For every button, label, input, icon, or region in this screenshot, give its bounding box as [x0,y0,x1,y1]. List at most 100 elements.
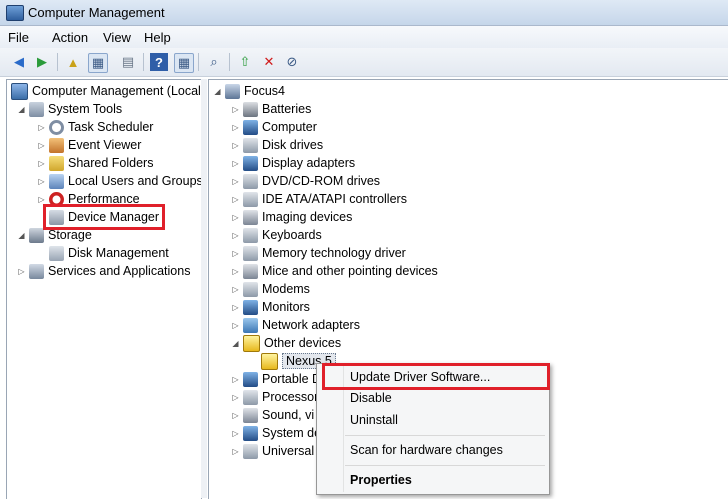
show-hide-tree-icon[interactable]: ▦ [88,53,108,73]
other-devices-icon [243,334,260,352]
disk-management-icon [49,245,64,261]
up-folder-icon[interactable]: ▲ [64,53,82,71]
show-action-pane-icon[interactable]: ▦ [174,53,194,73]
collapse-icon[interactable]: ◢ [17,105,26,114]
tree-item-system-tools[interactable]: ◢ System Tools [17,100,122,118]
console-tree[interactable]: Computer Management (Local ◢ System Tool… [6,79,202,499]
menu-item-disable[interactable]: Disable [317,387,549,409]
device-category[interactable]: ▷ Modems [231,280,310,298]
device-category[interactable]: ▷ Computer [231,118,317,136]
menu-bar: File Action View Help [0,26,728,48]
expand-icon[interactable]: ▷ [231,411,240,420]
expand-icon[interactable]: ▷ [231,159,240,168]
modem-icon [243,281,258,297]
properties-icon[interactable]: ▤ [119,53,137,71]
expand-icon[interactable]: ▷ [231,195,240,204]
device-category[interactable]: ▷ Monitors [231,298,310,316]
mouse-icon [243,263,258,279]
expand-icon[interactable]: ▷ [231,285,240,294]
expand-icon[interactable]: ▷ [231,429,240,438]
device-category[interactable]: ▷ System de [231,424,321,442]
tree-item-task-scheduler[interactable]: ▷ Task Scheduler [37,118,153,136]
device-category[interactable]: ▷ Sound, vi [231,406,314,424]
expand-icon[interactable]: ▷ [231,177,240,186]
tree-item-shared-folders[interactable]: ▷ Shared Folders [37,154,153,172]
expand-icon[interactable]: ▷ [37,195,46,204]
collapse-icon[interactable]: ◢ [213,87,222,96]
device-category[interactable]: ▷ Keyboards [231,226,322,244]
expand-icon[interactable]: ▷ [231,393,240,402]
window-title: Computer Management [28,5,165,20]
expand-icon[interactable]: ▷ [231,141,240,150]
menu-help[interactable]: Help [144,30,171,45]
toolbar-separator [143,53,144,71]
device-category[interactable]: ▷ Imaging devices [231,208,352,226]
tree-item-computer-management[interactable]: Computer Management (Local [11,82,201,100]
device-category[interactable]: ▷ Memory technology driver [231,244,406,262]
expand-icon[interactable]: ▷ [231,321,240,330]
scan-hardware-icon[interactable]: ⌕ [205,53,223,71]
title-bar: Computer Management [0,0,728,26]
expand-icon[interactable]: ▷ [231,105,240,114]
toolbar-separator [229,53,230,71]
device-category[interactable]: ▷ Mice and other pointing devices [231,262,438,280]
expand-icon[interactable]: ▷ [231,231,240,240]
expand-icon[interactable]: ▷ [231,267,240,276]
expand-icon[interactable]: ▷ [231,375,240,384]
expand-icon[interactable]: ▷ [231,303,240,312]
device-category[interactable]: ▷ DVD/CD-ROM drives [231,172,380,190]
forward-arrow-icon[interactable]: ▶ [33,53,51,71]
menu-separator [345,465,545,466]
expand-icon[interactable]: ▷ [37,177,46,186]
expand-icon[interactable]: ▷ [37,159,46,168]
menu-item-uninstall[interactable]: Uninstall [317,409,549,431]
services-icon [29,263,44,279]
camera-icon [243,209,258,225]
menu-action[interactable]: Action [52,30,88,45]
device-root[interactable]: ◢ Focus4 [213,82,285,100]
device-category[interactable]: ◢ Other devices [231,334,341,352]
device-category[interactable]: ▷ Batteries [231,100,311,118]
menu-file[interactable]: File [8,30,29,45]
disk-drive-icon [243,137,258,153]
menu-item-scan-hardware[interactable]: Scan for hardware changes [317,439,549,461]
network-adapter-icon [243,317,258,333]
disable-icon[interactable]: ⊘ [283,53,301,71]
device-category[interactable]: ▷ Disk drives [231,136,323,154]
expand-icon[interactable]: ▷ [231,123,240,132]
menu-item-properties[interactable]: Properties [317,469,549,491]
tree-item-event-viewer[interactable]: ▷ Event Viewer [37,136,141,154]
device-category[interactable]: ▷ Display adapters [231,154,355,172]
tree-item-local-users[interactable]: ▷ Local Users and Groups [37,172,201,190]
expand-icon[interactable]: ▷ [37,123,46,132]
toolbar: ◀ ▶ ▲ ▦ ▤ ? ▦ ⌕ ⇧ ✕ ⊘ [0,48,728,77]
collapse-icon[interactable]: ◢ [17,231,26,240]
device-category[interactable]: ▷ IDE ATA/ATAPI controllers [231,190,407,208]
display-adapter-icon [243,155,258,171]
update-driver-icon[interactable]: ⇧ [236,53,254,71]
expand-icon[interactable]: ▷ [231,447,240,456]
monitor-icon [243,299,258,315]
expand-icon[interactable]: ▷ [231,213,240,222]
back-arrow-icon[interactable]: ◀ [10,53,28,71]
system-devices-icon [243,425,258,441]
storage-icon [29,227,44,243]
help-icon[interactable]: ? [150,53,168,71]
battery-icon [243,101,258,117]
uninstall-icon[interactable]: ✕ [260,53,278,71]
expand-icon[interactable]: ▷ [231,249,240,258]
device-category[interactable]: ▷ Portable D [231,370,321,388]
task-scheduler-icon [49,119,64,135]
computer-icon [243,119,258,135]
pane-splitter[interactable] [201,79,207,498]
device-category[interactable]: ▷ Processor [231,388,318,406]
expand-icon[interactable]: ▷ [37,141,46,150]
computer-management-icon [6,5,24,21]
device-category[interactable]: ▷ Network adapters [231,316,360,334]
menu-view[interactable]: View [103,30,131,45]
tree-item-services-and-applications[interactable]: ▷ Services and Applications [17,262,190,280]
expand-icon[interactable]: ▷ [17,267,26,276]
tree-item-disk-management[interactable]: Disk Management [49,244,169,262]
collapse-icon[interactable]: ◢ [231,339,240,348]
device-category[interactable]: ▷ Universal [231,442,314,460]
